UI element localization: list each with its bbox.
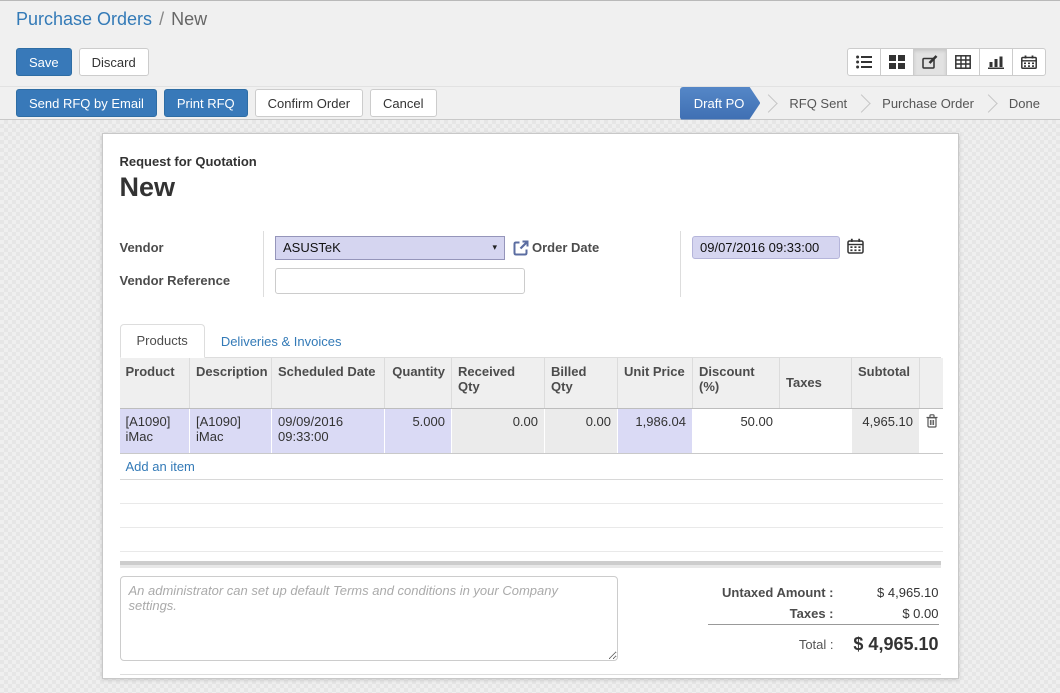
discard-button[interactable]: Discard (79, 48, 149, 76)
delete-line-button[interactable] (920, 408, 943, 453)
status-pipeline: Draft PO RFQ Sent Purchase Order Done (680, 87, 1060, 120)
state-draft-po[interactable]: Draft PO (680, 87, 761, 120)
empty-row (120, 527, 943, 551)
record-title: New (120, 172, 941, 203)
kanban-view-button[interactable] (880, 48, 914, 76)
empty-row (120, 479, 943, 503)
taxes-value: $ 0.00 (834, 603, 939, 625)
breadcrumb: Purchase Orders / New (0, 1, 1060, 38)
date-picker-button[interactable] (847, 238, 864, 257)
cell-discount[interactable]: 50.00 (693, 408, 780, 453)
odoo-backend-screen: Purchase Orders / New Save Discard (0, 0, 1060, 693)
list-icon (856, 55, 872, 69)
vendor-select-value: ASUSTeK (283, 240, 492, 255)
order-date-label: Order Date (532, 231, 680, 264)
cell-received-qty: 0.00 (452, 408, 545, 453)
calendar-icon (1021, 55, 1037, 69)
cell-unit-price[interactable]: 1,986.04 (618, 408, 693, 453)
chevron-right-icon (760, 94, 778, 112)
col-taxes[interactable]: Taxes (780, 358, 852, 408)
table-header-row: Product Description Scheduled Date Quant… (120, 358, 943, 408)
kanban-icon (889, 55, 905, 69)
list-view-button[interactable] (847, 48, 881, 76)
order-line-row[interactable]: [A1090] iMac [A1090] iMac 09/09/2016 09:… (120, 408, 943, 453)
cell-quantity[interactable]: 5.000 (385, 408, 452, 453)
pivot-view-button[interactable] (946, 48, 980, 76)
col-billed-qty[interactable]: Billed Qty (545, 358, 618, 408)
untaxed-amount-label: Untaxed Amount : (708, 582, 833, 603)
vendor-label: Vendor (120, 231, 264, 264)
col-scheduled-date[interactable]: Scheduled Date (272, 358, 385, 408)
bar-chart-icon (988, 55, 1004, 69)
col-product[interactable]: Product (120, 358, 190, 408)
form-view-background: Request for Quotation New Vendor Vendor … (0, 120, 1060, 693)
state-rfq-sent[interactable]: RFQ Sent (783, 96, 853, 111)
dropdown-caret-icon: ▾ (492, 242, 497, 253)
totals-panel: Untaxed Amount : $ 4,965.10 Taxes : $ 0.… (618, 576, 941, 661)
breadcrumb-current: New (171, 9, 207, 30)
external-link-icon[interactable] (512, 239, 530, 257)
vendor-select[interactable]: ASUSTeK ▾ (275, 236, 505, 260)
tab-products[interactable]: Products (120, 324, 205, 358)
group-separator (120, 561, 941, 568)
add-line-row: Add an item (120, 453, 943, 479)
sheet-bottom-rule (120, 674, 941, 675)
notebook-tabs: Products Deliveries & Invoices (120, 322, 941, 358)
order-lines-table: Product Description Scheduled Date Quant… (120, 358, 944, 552)
statusbar: Send RFQ by Email Print RFQ Confirm Orde… (0, 86, 1060, 120)
col-discount[interactable]: Discount (%) (693, 358, 780, 408)
form-view-button[interactable] (913, 48, 947, 76)
print-rfq-button[interactable]: Print RFQ (164, 89, 248, 117)
form-sheet: Request for Quotation New Vendor Vendor … (102, 133, 959, 679)
graph-view-button[interactable] (979, 48, 1013, 76)
col-unit-price[interactable]: Unit Price (618, 358, 693, 408)
state-done[interactable]: Done (1003, 96, 1046, 111)
col-subtotal[interactable]: Subtotal (852, 358, 920, 408)
untaxed-amount-value: $ 4,965.10 (834, 582, 939, 603)
col-quantity[interactable]: Quantity (385, 358, 452, 408)
confirm-order-button[interactable]: Confirm Order (255, 89, 363, 117)
trash-icon (926, 416, 938, 431)
chevron-right-icon (979, 94, 997, 112)
chevron-right-icon (852, 94, 870, 112)
add-an-item-link[interactable]: Add an item (120, 453, 943, 479)
vendor-reference-label: Vendor Reference (120, 264, 264, 297)
state-purchase-order[interactable]: Purchase Order (876, 96, 980, 111)
send-rfq-by-email-button[interactable]: Send RFQ by Email (16, 89, 157, 117)
col-description[interactable]: Description (190, 358, 272, 408)
cell-scheduled-date[interactable]: 09/09/2016 09:33:00 (272, 408, 385, 453)
terms-and-conditions-textarea[interactable] (120, 576, 618, 661)
control-panel: Save Discard (0, 38, 1060, 86)
breadcrumb-separator: / (159, 9, 164, 30)
cell-description[interactable]: [A1090] iMac (190, 408, 272, 453)
cancel-button[interactable]: Cancel (370, 89, 436, 117)
calendar-view-button[interactable] (1012, 48, 1046, 76)
tab-deliveries-invoices[interactable]: Deliveries & Invoices (205, 326, 358, 358)
empty-row (120, 503, 943, 527)
vendor-reference-input[interactable] (275, 268, 525, 294)
cell-billed-qty: 0.00 (545, 408, 618, 453)
col-actions (920, 358, 943, 408)
taxes-label: Taxes : (708, 603, 833, 625)
cell-product[interactable]: [A1090] iMac (120, 408, 190, 453)
sheet-subtitle: Request for Quotation (120, 154, 941, 169)
order-date-input[interactable] (692, 236, 840, 259)
total-value: $ 4,965.10 (834, 624, 939, 658)
breadcrumb-parent-link[interactable]: Purchase Orders (16, 9, 152, 30)
save-button[interactable]: Save (16, 48, 72, 76)
cell-taxes[interactable] (780, 408, 852, 453)
cell-subtotal: 4,965.10 (852, 408, 920, 453)
calendar-icon (847, 238, 864, 257)
total-label: Total : (708, 624, 833, 658)
form-edit-icon (922, 55, 938, 69)
pivot-table-icon (955, 55, 971, 69)
col-received-qty[interactable]: Received Qty (452, 358, 545, 408)
view-switcher (847, 48, 1046, 76)
